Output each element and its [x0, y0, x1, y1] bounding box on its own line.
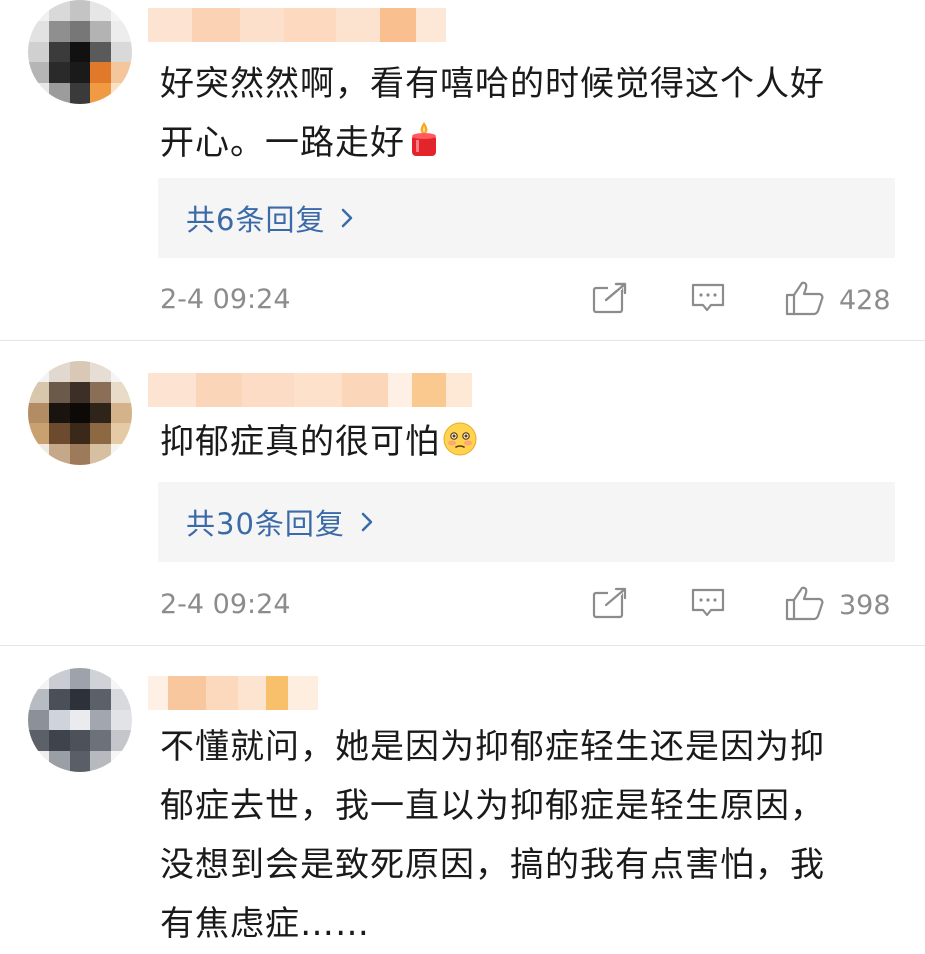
divider: [0, 645, 925, 646]
view-replies-button[interactable]: 共30条回复: [158, 482, 895, 562]
replies-count-label: 共30条回复: [186, 507, 345, 541]
share-icon: [592, 587, 628, 623]
chevron-right-icon: [359, 511, 375, 533]
chevron-right-icon: [339, 207, 355, 229]
comment-text: 抑郁症真的很可怕: [160, 413, 900, 476]
view-replies-button[interactable]: 共6条回复: [158, 178, 895, 258]
like-button[interactable]: 398: [785, 585, 891, 625]
username-blurred[interactable]: [148, 8, 446, 42]
share-icon: [592, 282, 628, 318]
comment-item: 好突然然啊，看有嘻哈的时候觉得这个人好 开心。一路走好 共6条回复 2-4 09…: [0, 0, 925, 340]
like-count: 398: [839, 589, 891, 621]
reply-button[interactable]: [690, 280, 726, 320]
thumbs-up-icon: [785, 585, 825, 625]
comment-text: 不懂就问，她是因为抑郁症轻生还是因为抑 郁症去世，我一直以为抑郁症是轻生原因， …: [160, 727, 825, 944]
thumbs-up-icon: [785, 280, 825, 320]
divider: [0, 340, 925, 341]
avatar[interactable]: [28, 0, 132, 104]
comment-item: 不懂就问，她是因为抑郁症轻生还是因为抑 郁症去世，我一直以为抑郁症是轻生原因， …: [0, 660, 925, 944]
comment-item: 抑郁症真的很可怕 共30条回复 2-4 09:24 398: [0, 355, 925, 645]
avatar[interactable]: [28, 668, 132, 772]
username-blurred[interactable]: [148, 676, 318, 710]
comment-text: 好突然然啊，看有嘻哈的时候觉得这个人好 开心。一路走好: [160, 55, 900, 177]
reply-button[interactable]: [690, 585, 726, 625]
share-button[interactable]: [592, 585, 628, 625]
candle-emoji: [407, 118, 441, 177]
replies-count-label: 共6条回复: [186, 203, 326, 237]
comment-icon: [690, 282, 726, 318]
timestamp: 2-4 09:24: [160, 284, 291, 315]
like-count: 428: [839, 284, 891, 316]
share-button[interactable]: [592, 280, 628, 320]
comment-meta: 2-4 09:24 398: [160, 585, 895, 625]
username-blurred[interactable]: [148, 373, 472, 407]
flushed-face-emoji: [442, 417, 478, 476]
comment-icon: [690, 587, 726, 623]
avatar[interactable]: [28, 361, 132, 465]
timestamp: 2-4 09:24: [160, 589, 291, 620]
comment-meta: 2-4 09:24 428: [160, 280, 895, 320]
like-button[interactable]: 428: [785, 280, 891, 320]
